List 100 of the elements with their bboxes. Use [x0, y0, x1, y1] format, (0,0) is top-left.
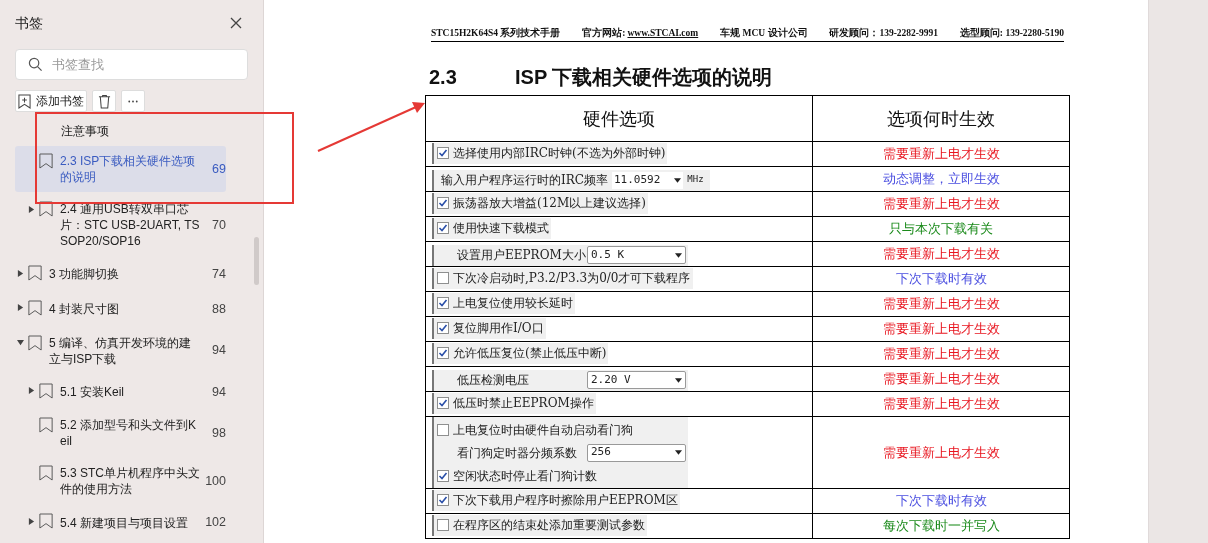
header-text: 车规 MCU 设计公司 — [720, 26, 808, 40]
effect-text: 下次下载时有效 — [895, 493, 987, 509]
collapsed-caret-icon[interactable] — [17, 304, 24, 312]
collapsed-caret-icon[interactable] — [28, 517, 35, 525]
bookmark-label: 3 功能脚切换 — [49, 266, 120, 283]
option-label: 下次冷启动时,P3.2/P3.3为0/0才可下载程序 — [453, 270, 691, 287]
checkbox[interactable] — [437, 494, 449, 506]
scrollbar-thumb[interactable] — [254, 237, 259, 285]
effect-text: 需要重新上电才生效 — [882, 196, 1000, 212]
page-number: 100 — [204, 472, 226, 490]
effect-text: 需要重新上电才生效 — [882, 321, 1000, 337]
option-label: 允许低压复位(禁止低压中断) — [453, 345, 607, 362]
page-number: 70 — [211, 216, 226, 234]
search-field[interactable]: 书签查找 — [15, 49, 248, 80]
bookmark-item[interactable]: 5.2 添加型号和头文件到Keil 98 — [15, 410, 226, 457]
bookmark-icon — [28, 334, 42, 351]
checkbox[interactable] — [437, 197, 449, 209]
checkbox[interactable] — [437, 147, 449, 159]
effect-text: 下次下载时有效 — [895, 271, 987, 287]
checkbox[interactable] — [437, 272, 449, 284]
header-text: 官方网站: — [582, 26, 626, 40]
bookmark-label: 4 封装尺寸图 — [49, 301, 120, 318]
checkbox[interactable] — [437, 519, 449, 531]
checkbox[interactable] — [437, 222, 449, 234]
checkbox[interactable] — [437, 397, 449, 409]
effect-text: 需要重新上电才生效 — [882, 444, 1000, 460]
value-dropdown[interactable]: 11.0592 — [611, 171, 684, 189]
effect-text: 需要重新上电才生效 — [882, 246, 1000, 262]
checkbox[interactable] — [437, 297, 449, 309]
bookmark-icon — [39, 465, 53, 482]
bookmark-label: 注意事项 — [61, 123, 110, 139]
collapsed-caret-icon[interactable] — [17, 269, 24, 277]
checkbox[interactable] — [437, 347, 449, 359]
bookmark-icon — [39, 201, 53, 217]
header-text: STC15H2K64S4 系列技术手册 — [431, 26, 561, 40]
bookmark-icon — [39, 417, 53, 434]
option-label: 低压检测电压 — [456, 372, 530, 389]
checkbox[interactable] — [437, 322, 449, 334]
effect-text: 每次下载时一并写入 — [882, 518, 1000, 534]
effect-text: 动态调整，立即生效 — [882, 171, 1000, 187]
bookmark-label: 5.3 STC单片机程序中头文件的使用方法 — [60, 465, 200, 498]
page-number: 98 — [211, 424, 226, 442]
bookmark-item[interactable]: 5.1 安装Keil 94 — [15, 375, 226, 409]
bookmark-item[interactable]: 2.3 ISP下载相关硬件选项的说明 69 — [15, 146, 226, 192]
close-icon[interactable] — [229, 16, 243, 30]
page-number: 102 — [204, 514, 226, 532]
bookmark-label: 5.2 添加型号和头文件到Keil — [60, 417, 198, 450]
delete-button[interactable] — [92, 90, 116, 112]
option-label: 看门狗定时器分频系数 — [456, 444, 578, 462]
effect-text: 需要重新上电才生效 — [882, 346, 1000, 362]
page-number: 88 — [211, 300, 226, 318]
effect-text: 需要重新上电才生效 — [882, 371, 1000, 387]
add-bookmark-button[interactable]: 添加书签 — [15, 90, 87, 112]
dropdown-caret-icon — [675, 252, 682, 258]
website-link[interactable]: www.STCAI.com — [627, 26, 699, 41]
bookmark-icon — [39, 153, 53, 169]
checkbox[interactable] — [437, 469, 449, 482]
value-dropdown[interactable]: 2.20 V — [587, 371, 686, 389]
dropdown-caret-icon — [675, 450, 682, 455]
effect-text: 需要重新上电才生效 — [882, 146, 1000, 162]
unit-label: MHz — [687, 173, 705, 187]
bookmark-icon — [39, 513, 53, 530]
collapsed-caret-icon[interactable] — [28, 205, 35, 213]
bookmark-plus-icon — [18, 93, 31, 109]
bookmark-label: 5.4 新建项目与项目设置 — [60, 514, 189, 531]
bookmark-item[interactable]: 5 编译、仿真开发环境的建立与ISP下载 94 — [15, 327, 226, 374]
page-number: 74 — [211, 266, 226, 283]
bookmark-label: 2.3 ISP下载相关硬件选项的说明 — [60, 153, 197, 185]
option-label: 在程序区的结束处添加重要测试参数 — [453, 517, 645, 534]
page-number: 94 — [211, 342, 226, 360]
panel-title: 书签 — [15, 13, 43, 33]
bookmark-icon — [28, 265, 42, 281]
value-dropdown[interactable]: 256 — [587, 443, 686, 462]
option-label: 选择使用内部IRC时钟(不选为外部时钟) — [453, 145, 666, 162]
bookmark-item[interactable]: 3 功能脚切换 74 — [15, 258, 226, 291]
more-icon — [127, 99, 139, 103]
effect-text: 需要重新上电才生效 — [882, 396, 1000, 412]
expanded-caret-icon[interactable] — [17, 339, 24, 346]
bookmark-item[interactable]: 5.4 新建项目与项目设置 102 — [15, 506, 226, 539]
option-label: 空闲状态时停止看门狗计数 — [453, 467, 597, 485]
search-icon — [28, 57, 43, 72]
page-number: 94 — [211, 383, 226, 401]
bookmark-item[interactable]: 4 封装尺寸图 88 — [15, 292, 226, 326]
option-label: 低压时禁止EEPROM操作 — [453, 395, 594, 412]
checkbox[interactable] — [437, 423, 449, 436]
dropdown-caret-icon — [674, 177, 682, 183]
header-text: 研发顾问：139-2282-9991 — [829, 27, 938, 40]
page-number: 69 — [211, 160, 226, 178]
value-dropdown[interactable]: 0.5 K — [587, 246, 686, 264]
option-label: 复位脚用作I/O口 — [453, 320, 544, 337]
bookmark-item[interactable]: 注意事项 — [15, 118, 226, 144]
collapsed-caret-icon[interactable] — [28, 387, 35, 394]
bookmark-label: 5 编译、仿真开发环境的建立与ISP下载 — [49, 334, 192, 367]
column-header: 硬件选项 — [425, 95, 813, 142]
bookmark-label: 5.1 安装Keil — [60, 383, 126, 400]
option-label: 输入用户程序运行时的IRC频率 — [440, 172, 608, 189]
section-number: 2.3 — [429, 65, 458, 91]
option-label: 下次下载用户程序时擦除用户EEPROM区 — [453, 492, 678, 509]
bookmark-icon — [28, 299, 42, 316]
option-label: 上电复位时由硬件自动启动看门狗 — [453, 421, 633, 439]
